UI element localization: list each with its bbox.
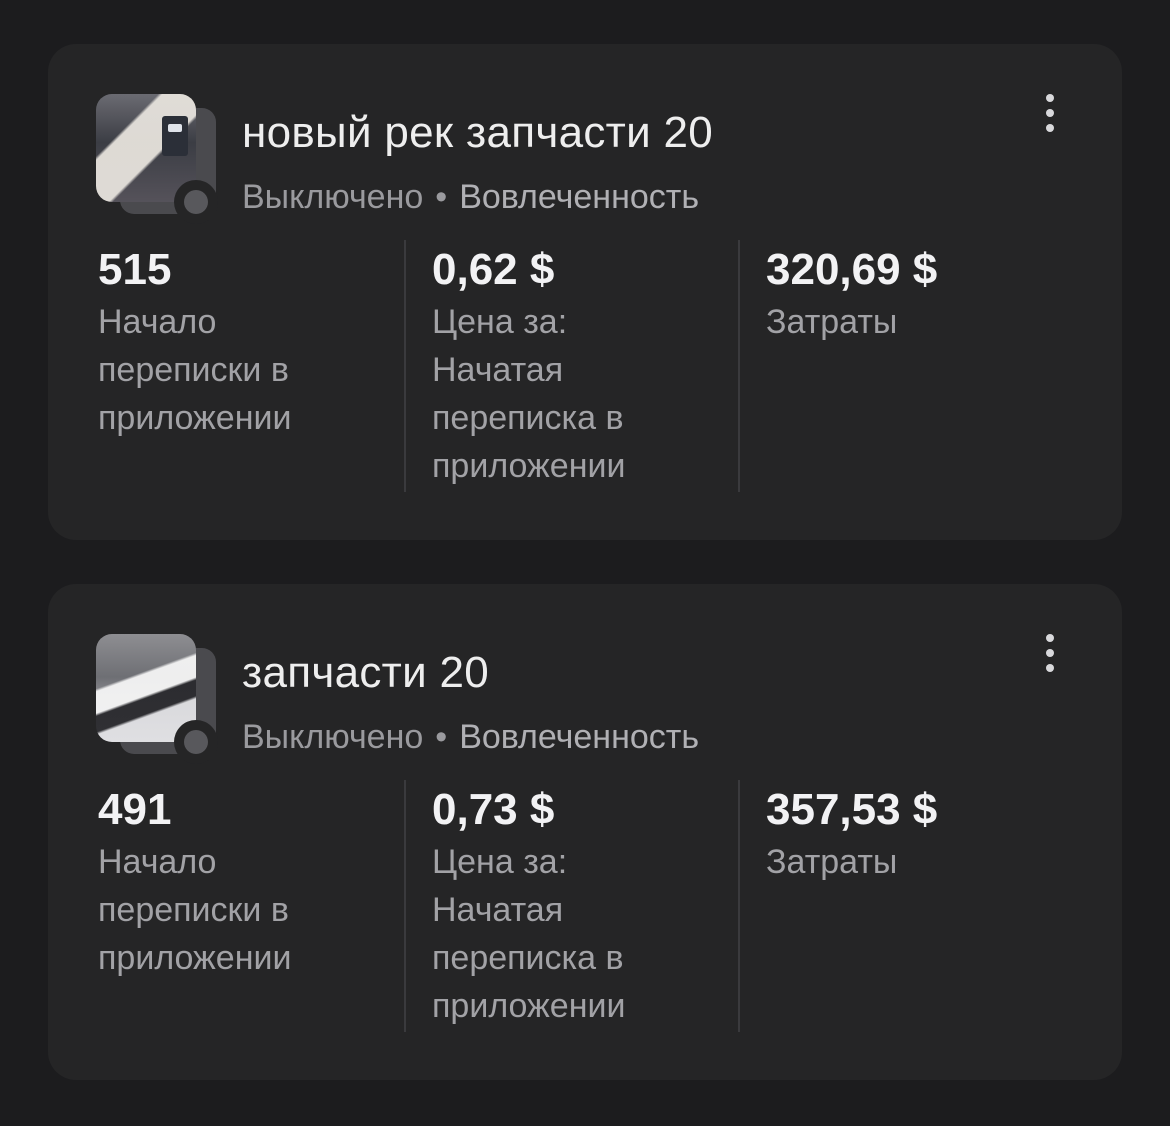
metric-conversations: 491 Начало переписки в приложении [98, 780, 398, 1032]
metric-divider [738, 240, 740, 492]
campaign-card[interactable]: новый рек запчасти 20 Выключено • Вовлечен… [48, 44, 1122, 540]
metric-value: 515 [98, 245, 172, 294]
metric-conversations: 515 Начало переписки в приложении [98, 240, 398, 492]
more-dot [1046, 124, 1054, 132]
metric-label: Начало переписки в приложении [98, 303, 292, 437]
metric-value: 0,73 $ [432, 785, 555, 834]
campaign-list: новый рек запчасти 20 Выключено • Вовлечен… [0, 0, 1170, 1126]
metric-label: Затраты [766, 843, 898, 881]
metric-divider [404, 240, 406, 492]
metric-label: Затраты [766, 303, 898, 341]
metric-label: Цена за: Начатая переписка в приложении [432, 843, 626, 1025]
metric-value: 0,62 $ [432, 245, 555, 294]
metric-spend: 357,53 $ Затраты [766, 780, 1066, 1032]
metric-value: 320,69 $ [766, 245, 938, 294]
separator-dot: • [435, 178, 448, 216]
separator-dot: • [435, 718, 448, 756]
status-indicator [174, 720, 218, 764]
campaign-status: Выключено [242, 178, 424, 216]
campaign-metrics: 515 Начало переписки в приложении 0,62 $… [98, 240, 1098, 492]
metric-value: 357,53 $ [766, 785, 938, 834]
metric-divider [738, 780, 740, 1032]
campaign-subtitle: Выключено • Вовлеченность [242, 178, 699, 217]
metric-label: Начало переписки в приложении [98, 843, 292, 977]
more-options-icon[interactable] [1038, 632, 1062, 676]
more-dot [1046, 109, 1054, 117]
campaign-status: Выключено [242, 718, 424, 756]
status-dot-icon [184, 190, 208, 214]
campaign-name[interactable]: запчасти 20 [242, 648, 489, 698]
metric-spend: 320,69 $ Затраты [766, 240, 1066, 492]
thumbnail-detail [162, 116, 188, 156]
campaign-card[interactable]: запчасти 20 Выключено • Вовлеченность 491 … [48, 584, 1122, 1080]
more-options-icon[interactable] [1038, 92, 1062, 136]
campaign-name[interactable]: новый рек запчасти 20 [242, 108, 713, 158]
campaign-subtitle: Выключено • Вовлеченность [242, 718, 699, 757]
status-indicator [174, 180, 218, 224]
metric-cost-per-result: 0,73 $ Цена за: Начатая переписка в прил… [432, 780, 732, 1032]
more-dot [1046, 664, 1054, 672]
metric-label: Цена за: Начатая переписка в приложении [432, 303, 626, 485]
more-dot [1046, 649, 1054, 657]
campaign-thumbnail [96, 94, 218, 224]
metric-cost-per-result: 0,62 $ Цена за: Начатая переписка в прил… [432, 240, 732, 492]
campaign-objective: Вовлеченность [459, 718, 700, 756]
campaign-thumbnail [96, 634, 218, 764]
status-dot-icon [184, 730, 208, 754]
more-dot [1046, 634, 1054, 642]
metric-value: 491 [98, 785, 172, 834]
campaign-metrics: 491 Начало переписки в приложении 0,73 $… [98, 780, 1098, 1032]
campaign-objective: Вовлеченность [459, 178, 700, 216]
metric-divider [404, 780, 406, 1032]
more-dot [1046, 94, 1054, 102]
